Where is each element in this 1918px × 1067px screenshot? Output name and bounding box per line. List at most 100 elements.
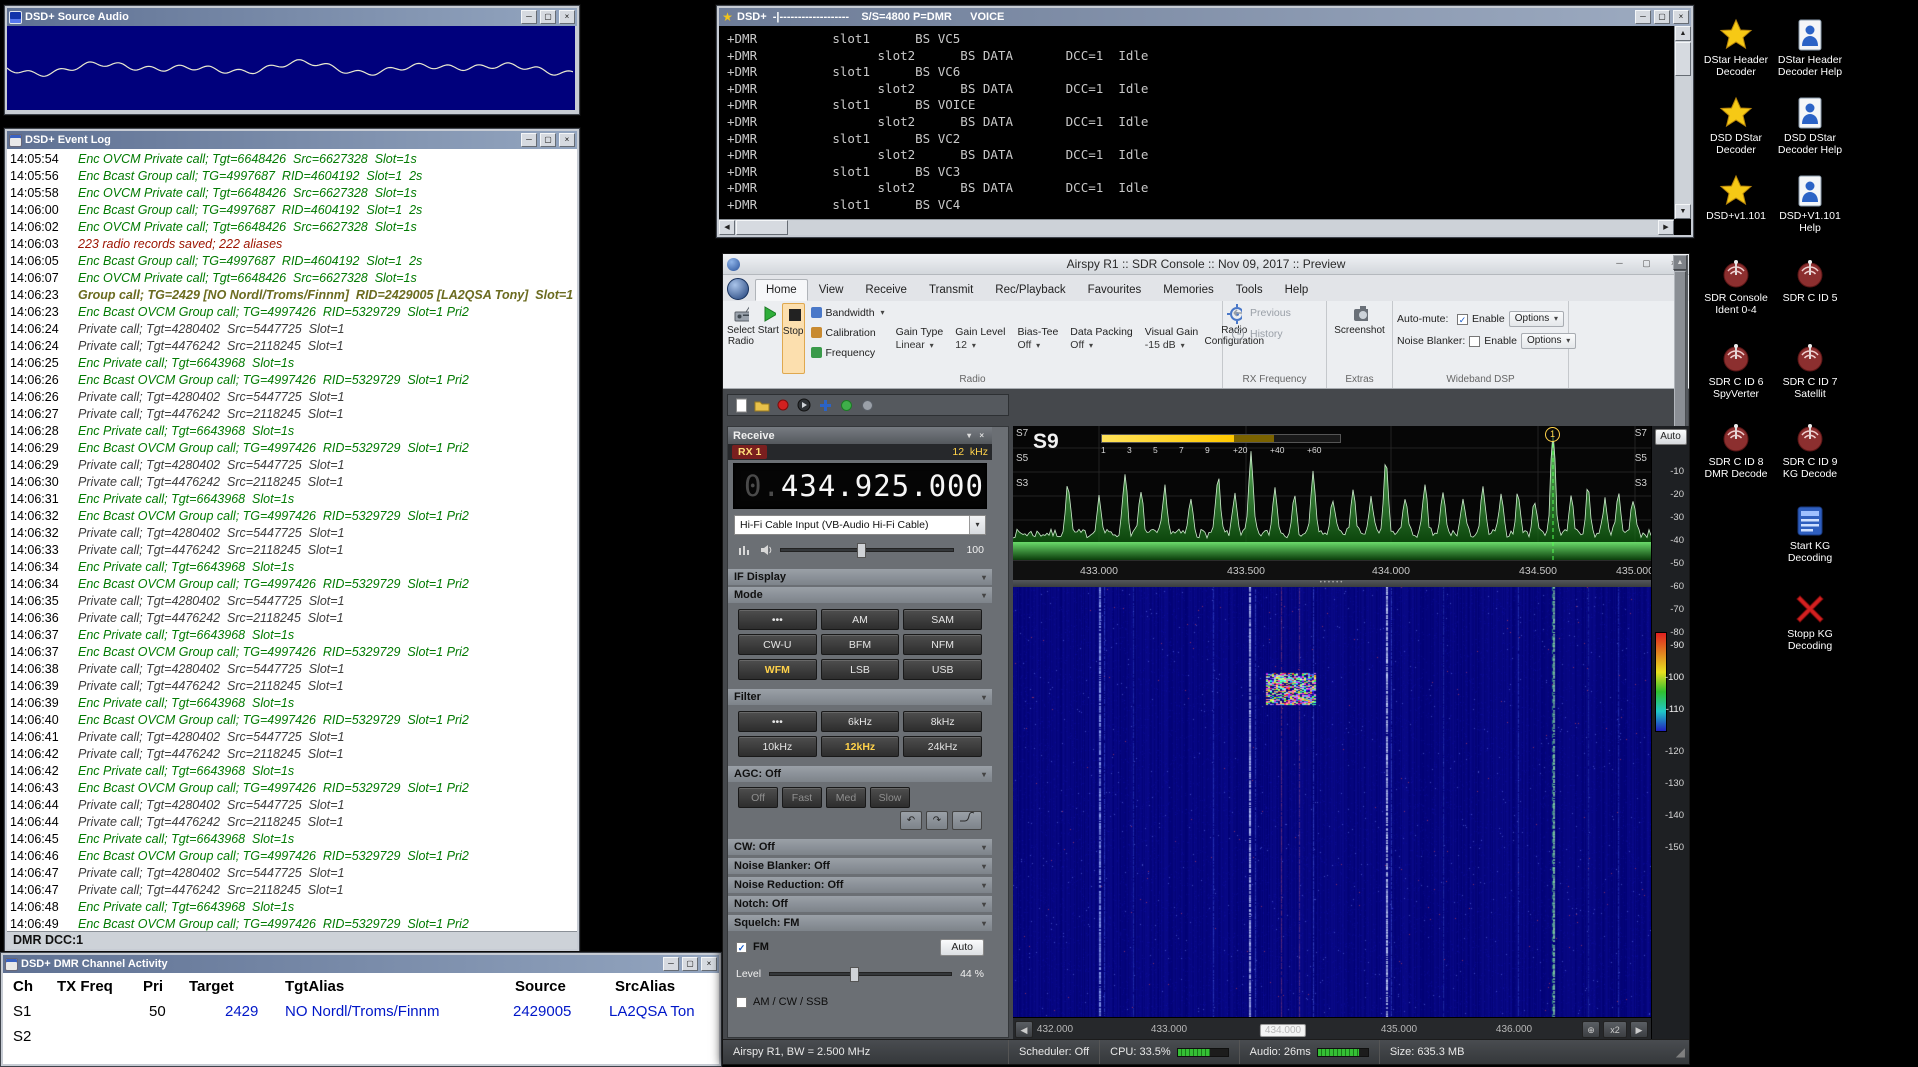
agc-button-slow[interactable]: Slow (870, 787, 910, 808)
desktop-icon-dsd-dstar-decoder[interactable]: DSD DStar Decoder (1700, 92, 1772, 156)
desktop-icon-sdr-console-ident-0-4[interactable]: SDR Console Ident 0-4 (1700, 252, 1772, 316)
spectrum-auto-button[interactable]: Auto (1655, 429, 1687, 445)
maximize-button[interactable]: ▢ (540, 10, 556, 24)
redo-icon[interactable]: ↷ (926, 811, 948, 830)
scroll-up-icon[interactable]: ▲ (1673, 255, 1687, 270)
spectrum-waterfall-splitter[interactable]: •••••• (1013, 580, 1651, 587)
desktop-icon-dsd-v1-101[interactable]: DSD+v1.101 (1700, 170, 1772, 222)
play-circle-icon[interactable] (796, 397, 812, 413)
event-log-titlebar[interactable]: DSD+ Event Log ─ ▢ × (7, 131, 577, 149)
section-agc[interactable]: AGC: Off▾ (728, 766, 992, 782)
resize-grip[interactable]: ◢ (1676, 1045, 1689, 1059)
tab-rec-playback[interactable]: Rec/Playback (984, 279, 1076, 301)
squelch-auto-button[interactable]: Auto (940, 939, 984, 956)
tab-view[interactable]: View (808, 279, 855, 301)
maximize-button[interactable]: ▢ (540, 133, 556, 147)
zoom-x2-button[interactable]: x2 (1603, 1021, 1627, 1038)
scroll-right-icon[interactable]: ▶ (1658, 220, 1674, 235)
filter-button-6khz[interactable]: 6kHz (821, 711, 900, 732)
desktop-icon-start-kg-decoding[interactable]: Start KG Decoding (1774, 500, 1846, 564)
ribbon-dropdown-visual-gain[interactable]: Visual Gain-15 dB ▾ (1140, 303, 1204, 374)
mode-button-am[interactable]: AM (821, 609, 900, 630)
tab-help[interactable]: Help (1274, 279, 1320, 301)
desktop-icon-sdr-c-id-8-dmr-decode[interactable]: SDR C ID 8 DMR Decode (1700, 416, 1772, 480)
automute-enable-checkbox[interactable]: ✓ (1457, 314, 1468, 325)
section-notch[interactable]: Notch: Off▾ (728, 896, 992, 912)
ribbon-dropdown-bias-tee[interactable]: Bias-TeeOff ▾ (1012, 303, 1063, 374)
scrollbar-thumb[interactable] (736, 220, 788, 235)
agc-button-fast[interactable]: Fast (782, 787, 822, 808)
agc-button-med[interactable]: Med (826, 787, 866, 808)
tab-favourites[interactable]: Favourites (1077, 279, 1153, 301)
section-noise-blanker[interactable]: Noise Blanker: Off▾ (728, 858, 992, 874)
agc-graph-icon[interactable] (952, 811, 982, 830)
desktop-icon-dstar-header-decoder-help[interactable]: DStar Header Decoder Help (1774, 14, 1846, 78)
maximize-button[interactable]: ▢ (1633, 256, 1660, 272)
previous-button[interactable]: Previous (1227, 303, 1322, 322)
ribbon-button-frequency[interactable]: Frequency (808, 343, 888, 362)
noise-blanker-options-button[interactable]: Options ▾ (1521, 333, 1576, 349)
tab-home[interactable]: Home (755, 279, 808, 301)
channel-activity-titlebar[interactable]: DSD+ DMR Channel Activity ─ ▢ × (3, 955, 719, 973)
mode-button-lsb[interactable]: LSB (821, 659, 900, 680)
desktop-icon-dsd-v1-101-help[interactable]: DSD+V1.101 Help (1774, 170, 1846, 234)
ribbon-button-calibration[interactable]: Calibration (808, 323, 888, 342)
ribbon-button-bandwidth[interactable]: Bandwidth▾ (808, 303, 888, 322)
mixer-icon[interactable] (736, 542, 752, 558)
mode-button-bfm[interactable]: BFM (821, 634, 900, 655)
tab-memories[interactable]: Memories (1152, 279, 1224, 301)
combo-dropdown-icon[interactable]: ▾ (969, 516, 985, 534)
desktop-icon-dstar-header-decoder[interactable]: DStar Header Decoder (1700, 14, 1772, 78)
panel-header-icons[interactable]: ▾ × (967, 431, 987, 440)
frequency-display[interactable]: 0.434.925.000 (733, 463, 987, 509)
filter-button-8khz[interactable]: 8kHz (903, 711, 982, 732)
maximize-button[interactable]: ▢ (682, 957, 698, 971)
record-icon[interactable] (775, 397, 791, 413)
noise-blanker-enable-checkbox[interactable] (1469, 336, 1480, 347)
select-radio-button[interactable]: Select Radio (727, 303, 755, 374)
speaker-icon[interactable] (758, 542, 774, 558)
ribbon-dropdown-gain-type[interactable]: Gain TypeLinear ▾ (891, 303, 949, 374)
section-squelch[interactable]: Squelch: FM▾ (728, 915, 992, 931)
ribbon-dropdown-gain-level[interactable]: Gain Level12 ▾ (950, 303, 1010, 374)
filter-button-10khz[interactable]: 10kHz (738, 736, 817, 757)
green-dot-icon[interactable] (838, 397, 854, 413)
close-button[interactable]: × (559, 133, 575, 147)
nav-left-icon[interactable]: ◀ (1015, 1021, 1033, 1038)
am-cw-ssb-checkbox[interactable] (736, 997, 747, 1008)
desktop-icon-sdr-c-id-9-kg-decode[interactable]: SDR C ID 9 KG Decode (1774, 416, 1846, 480)
dsd-console-titlebar[interactable]: ★ DSD+ -|------------------- S/S=4800 P=… (719, 8, 1691, 26)
undo-icon[interactable]: ↶ (900, 811, 922, 830)
nav-right-icon[interactable]: ▶ (1630, 1021, 1648, 1038)
minimize-button[interactable]: ─ (521, 10, 537, 24)
scroll-left-icon[interactable]: ◀ (719, 220, 735, 235)
level-slider-thumb[interactable] (850, 967, 859, 982)
scroll-down-icon[interactable]: ▼ (1675, 204, 1691, 219)
squelch-level-slider[interactable] (769, 972, 952, 976)
desktop-icon-stopp-kg-decoding[interactable]: Stopp KG Decoding (1774, 588, 1846, 652)
app-menu-button[interactable] (727, 278, 749, 300)
source-audio-titlebar[interactable]: DSD+ Source Audio ─ ▢ × (7, 8, 577, 26)
close-button[interactable]: × (1673, 10, 1689, 24)
screenshot-button[interactable]: Screenshot (1331, 303, 1388, 374)
agc-button-off[interactable]: Off (738, 787, 778, 808)
volume-slider-thumb[interactable] (857, 543, 866, 558)
fm-squelch-checkbox[interactable]: ✓ (736, 942, 747, 953)
audio-output-select[interactable]: Hi-Fi Cable Input (VB-Audio Hi-Fi Cable)… (734, 515, 986, 535)
automute-options-button[interactable]: Options ▾ (1509, 311, 1564, 327)
section-if-display[interactable]: IF Display▾ (728, 569, 992, 585)
tab-receive[interactable]: Receive (854, 279, 918, 301)
stop-button[interactable]: Stop (782, 303, 805, 374)
maximize-button[interactable]: ▢ (1654, 10, 1670, 24)
section-noise-reduction[interactable]: Noise Reduction: Off▾ (728, 877, 992, 893)
minimize-button[interactable]: ─ (1606, 256, 1633, 272)
vertical-scrollbar[interactable]: ▲ ▼ (1674, 26, 1691, 219)
rx-marker[interactable]: 1 (1545, 427, 1560, 442)
minimize-button[interactable]: ─ (663, 957, 679, 971)
filter-button-12khz[interactable]: 12kHz (821, 736, 900, 757)
volume-slider[interactable] (780, 548, 954, 552)
add-icon[interactable] (817, 397, 833, 413)
waterfall-display[interactable] (1013, 587, 1651, 1017)
scroll-up-icon[interactable]: ▲ (1675, 26, 1691, 41)
spectrum-display[interactable]: S7S5S3 S7S5S3 S9 13579+20+40+60 1 (1013, 426, 1651, 560)
